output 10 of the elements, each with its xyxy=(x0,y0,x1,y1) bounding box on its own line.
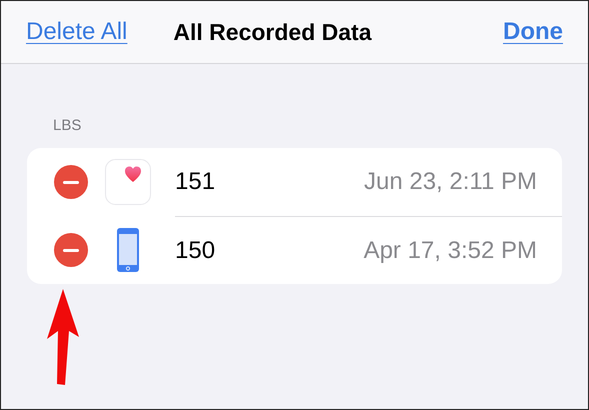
delete-button[interactable] xyxy=(54,165,88,199)
delete-all-link[interactable]: Delete All xyxy=(26,18,128,46)
date-text: Apr 17, 3:52 PM xyxy=(364,236,537,264)
screen-title: All Recorded Data xyxy=(173,18,372,46)
value-text: 151 xyxy=(175,168,216,196)
date-text: Jun 23, 2:11 PM xyxy=(364,168,537,196)
done-link[interactable]: Done xyxy=(503,18,563,46)
delete-button[interactable] xyxy=(54,233,88,267)
section-header: LBS xyxy=(52,117,82,136)
value-text: 150 xyxy=(175,236,216,264)
